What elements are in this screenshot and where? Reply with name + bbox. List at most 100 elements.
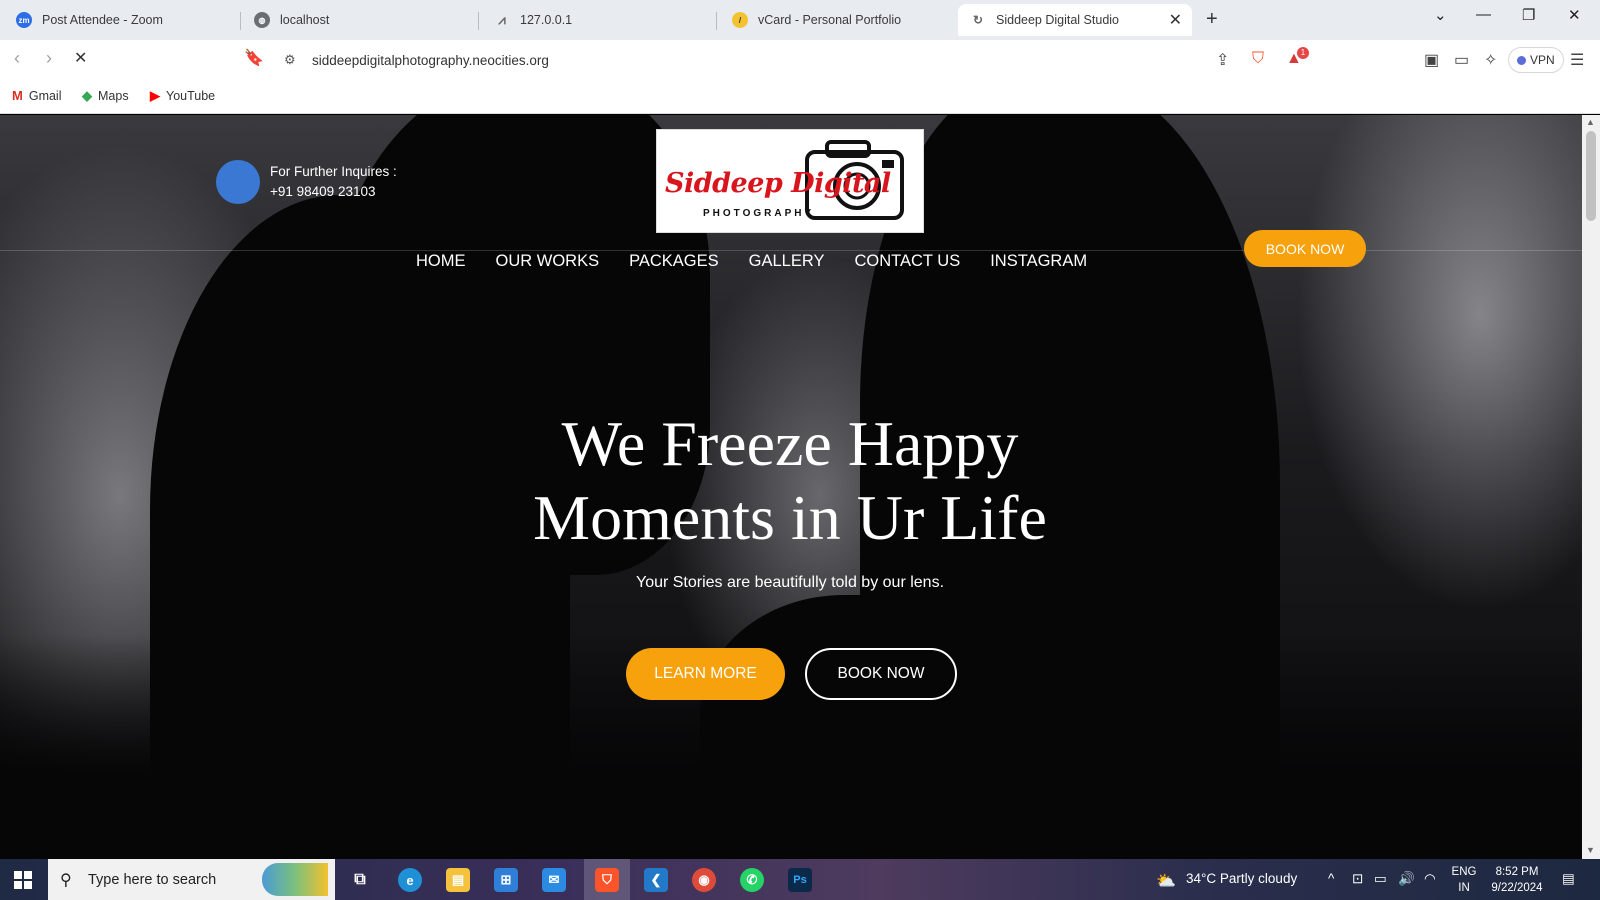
- gmail-icon: M: [12, 88, 23, 103]
- hero-headline-line1: We Freeze Happy: [561, 408, 1019, 479]
- tray-overflow-icon[interactable]: ^: [1328, 871, 1334, 886]
- meet-now-icon[interactable]: ⊡: [1352, 871, 1363, 887]
- whatsapp-icon[interactable]: ✆: [740, 868, 764, 892]
- window-close-icon[interactable]: ✕: [1568, 6, 1581, 24]
- bookmark-maps[interactable]: ◆ Maps: [82, 88, 129, 104]
- loading-icon: ↻: [972, 13, 984, 27]
- nav-instagram[interactable]: INSTAGRAM: [990, 252, 1087, 271]
- file-explorer-icon[interactable]: ▤: [446, 868, 470, 892]
- hero-photo-shade: [0, 635, 1582, 859]
- notification-badge: 1: [1297, 47, 1309, 59]
- task-view-icon[interactable]: ⧉: [348, 868, 372, 892]
- scroll-up-icon[interactable]: ▲: [1586, 117, 1595, 127]
- bookmark-gmail[interactable]: M Gmail: [12, 88, 62, 103]
- brave-icon[interactable]: ⛉: [595, 868, 619, 892]
- page-scrollbar[interactable]: ▲ ▼: [1582, 115, 1600, 859]
- tab-localhost[interactable]: ◍ localhost: [242, 4, 472, 36]
- nav-home[interactable]: HOME: [416, 252, 466, 271]
- nav-contact-us[interactable]: CONTACT US: [854, 252, 960, 271]
- bookmark-icon[interactable]: 🔖: [244, 48, 264, 68]
- back-icon[interactable]: ‹: [14, 48, 20, 69]
- url-text: siddeepdigitalphotography.neocities.org: [312, 52, 549, 68]
- zoom-icon: zm: [16, 12, 32, 28]
- weather-icon[interactable]: ⛅: [1156, 871, 1176, 891]
- inquiry-phone[interactable]: +91 98409 23103: [270, 182, 397, 202]
- phone-icon: [216, 160, 260, 204]
- vpn-status-icon: [1517, 55, 1526, 65]
- vcard-icon: /: [732, 12, 748, 28]
- address-bar[interactable]: ⚙ siddeepdigitalphotography.neocities.or…: [276, 45, 1326, 75]
- new-tab-icon[interactable]: +: [1206, 8, 1218, 31]
- scroll-down-icon[interactable]: ▼: [1586, 845, 1595, 855]
- tab-127[interactable]: ⩘ 127.0.0.1: [482, 4, 712, 36]
- mail-icon[interactable]: ✉: [542, 868, 566, 892]
- brave-shield-icon[interactable]: ⛉: [1252, 50, 1264, 68]
- book-now-header-button[interactable]: BOOK NOW: [1244, 230, 1366, 267]
- sidebar-icon[interactable]: ▣: [1424, 50, 1439, 70]
- vscode-icon[interactable]: ❮: [644, 868, 668, 892]
- tab-divider: [716, 12, 717, 30]
- nav-gallery[interactable]: GALLERY: [749, 252, 825, 271]
- nav-our-works[interactable]: OUR WORKS: [496, 252, 600, 271]
- forward-icon[interactable]: ›: [46, 48, 52, 69]
- site-logo[interactable]: Siddeep Digital PHOTOGRAPHY: [656, 129, 924, 233]
- windows-taskbar: ⚲ Type here to search ⧉ e ▤ ⊞ ✉ ⛉ ❮ ◉ ✆ …: [0, 859, 1600, 900]
- tab-title: localhost: [280, 13, 330, 27]
- learn-more-button[interactable]: LEARN MORE: [626, 648, 785, 700]
- tab-title: vCard - Personal Portfolio: [758, 13, 902, 27]
- menu-icon[interactable]: ☰: [1570, 50, 1584, 70]
- chrome-icon[interactable]: ◉: [692, 868, 716, 892]
- share-icon[interactable]: ⇪: [1216, 50, 1229, 70]
- weather-text[interactable]: 34°C Partly cloudy: [1186, 871, 1297, 886]
- book-now-hero-button[interactable]: BOOK NOW: [805, 648, 957, 700]
- close-tab-icon[interactable]: ✕: [1169, 10, 1182, 30]
- tab-siddeep[interactable]: ↻ Siddeep Digital Studio ✕: [958, 4, 1192, 36]
- hero-headline-line2: Moments in Ur Life: [533, 482, 1047, 553]
- windows-start-icon[interactable]: [14, 871, 32, 889]
- clock[interactable]: 8:52 PM 9/22/2024: [1482, 864, 1552, 896]
- inquiry-block: For Further Inquires : +91 98409 23103: [270, 162, 397, 202]
- tab-zoom[interactable]: zm Post Attendee - Zoom: [4, 4, 234, 36]
- hero-subtitle: Your Stories are beautifully told by our…: [635, 574, 945, 591]
- volume-icon[interactable]: 🔊: [1398, 871, 1415, 887]
- globe-icon: ◍: [254, 12, 270, 28]
- tab-search-icon[interactable]: ⌄: [1434, 6, 1447, 24]
- tab-vcard[interactable]: / vCard - Personal Portfolio: [720, 4, 950, 36]
- taskbar-search[interactable]: ⚲ Type here to search: [48, 859, 335, 900]
- tab-title: Post Attendee - Zoom: [42, 13, 163, 27]
- photoshop-icon[interactable]: Ps: [788, 868, 812, 892]
- bookmark-label: Maps: [98, 89, 129, 103]
- lang-top: ENG: [1451, 866, 1477, 878]
- nav-packages[interactable]: PACKAGES: [629, 252, 719, 271]
- main-nav: HOME OUR WORKS PACKAGES GALLERY CONTACT …: [416, 252, 1087, 271]
- bookmark-label: Gmail: [28, 88, 62, 103]
- leo-ai-icon[interactable]: ✧: [1484, 50, 1497, 70]
- bookmark-youtube[interactable]: ▶ YouTube: [150, 88, 215, 104]
- stop-loading-icon[interactable]: ✕: [74, 48, 87, 68]
- microsoft-store-icon[interactable]: ⊞: [494, 868, 518, 892]
- search-highlight-icon: [262, 863, 328, 896]
- tab-divider: [240, 12, 241, 30]
- bookmark-label: YouTube: [166, 89, 216, 103]
- vpn-button[interactable]: VPN: [1508, 47, 1564, 73]
- site-info-icon[interactable]: ⚙: [284, 52, 296, 68]
- scroll-thumb[interactable]: [1586, 131, 1596, 221]
- minimize-icon[interactable]: —: [1476, 6, 1491, 23]
- wifi-icon[interactable]: ◠: [1424, 871, 1436, 887]
- maps-icon: ◆: [82, 88, 92, 103]
- language-indicator[interactable]: ENG IN: [1450, 864, 1478, 896]
- edge-icon[interactable]: e: [398, 868, 422, 892]
- logo-script-text: Siddeep Digital: [665, 168, 891, 199]
- taskbar-search-placeholder: Type here to search: [88, 871, 217, 888]
- bookmarks-bar: M Gmail ◆ Maps ▶ YouTube: [0, 80, 1600, 114]
- wallet-icon[interactable]: ▭: [1454, 50, 1469, 70]
- battery-icon[interactable]: ▭: [1374, 871, 1387, 887]
- address-toolbar: ‹ › ✕ 🔖 ⚙ siddeepdigitalphotography.neoc…: [0, 40, 1600, 80]
- tab-title: 127.0.0.1: [520, 13, 573, 27]
- restore-icon[interactable]: ❐: [1522, 6, 1535, 24]
- tab-divider: [478, 12, 479, 30]
- xampp-icon: ⩘: [498, 12, 506, 27]
- notifications-icon[interactable]: ▤: [1562, 871, 1575, 887]
- lang-bottom: IN: [1458, 882, 1470, 894]
- logo-subtitle: PHOTOGRAPHY: [703, 208, 815, 219]
